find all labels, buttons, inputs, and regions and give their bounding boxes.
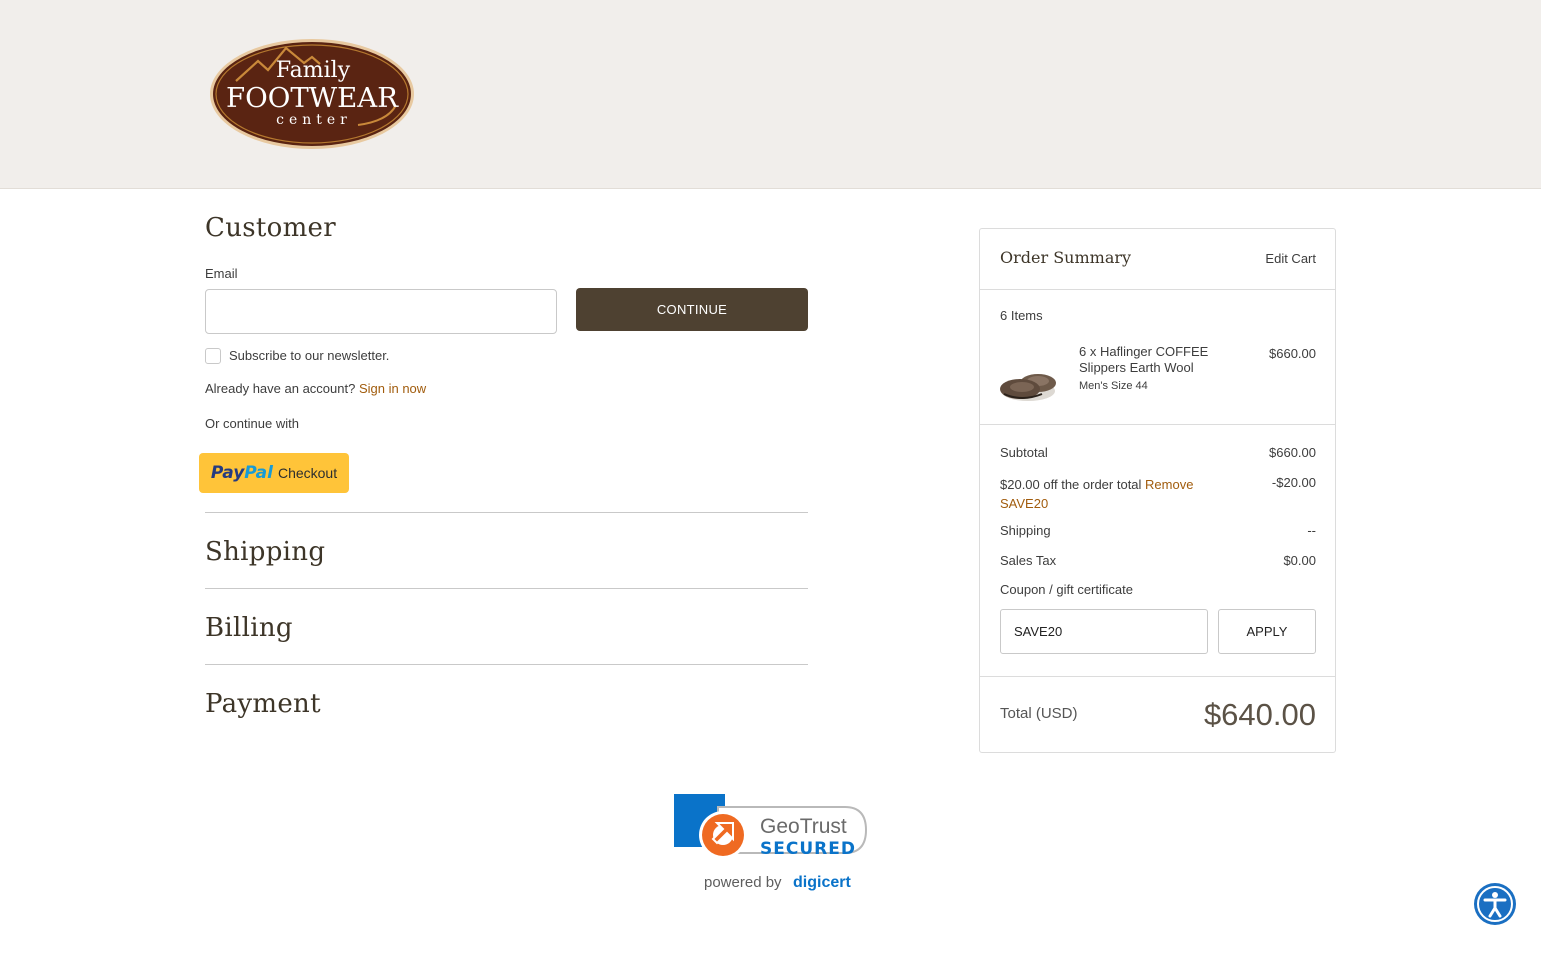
logo-line-3: center xyxy=(276,112,352,128)
account-prompt-text: Already have an account? xyxy=(205,381,356,396)
discount-line: $20.00 off the order total Remove SAVE20 xyxy=(1000,475,1200,513)
discount-code: SAVE20 xyxy=(1000,496,1049,511)
logo-line-1: Family xyxy=(276,58,351,83)
order-summary-title: Order Summary xyxy=(1000,248,1132,267)
shipping-step-title: Shipping xyxy=(205,537,326,567)
summary-divider xyxy=(980,424,1335,425)
product-thumbnail[interactable] xyxy=(998,367,1062,407)
apply-coupon-button[interactable]: APPLY xyxy=(1218,609,1316,654)
site-header: Family FOOTWEAR center xyxy=(0,0,1541,189)
remove-discount-link[interactable]: Remove xyxy=(1145,477,1193,492)
paypal-checkout-label: Checkout xyxy=(277,465,338,481)
geotrust-secured-badge[interactable]: GeoTrust SECURED powered by digicert xyxy=(673,793,869,893)
email-input[interactable] xyxy=(205,289,557,334)
discount-text: $20.00 off the order total xyxy=(1000,477,1142,492)
step-divider xyxy=(205,588,808,589)
shipping-value: -- xyxy=(1307,523,1316,538)
continue-button[interactable]: CONTINUE xyxy=(576,288,808,331)
shipping-label: Shipping xyxy=(1000,523,1051,538)
paypal-logo-pay: Pay xyxy=(210,463,245,483)
subtotal-label: Subtotal xyxy=(1000,445,1048,460)
logo-line-2: FOOTWEAR xyxy=(226,83,399,114)
geotrust-brand: GeoTrust xyxy=(760,815,847,838)
items-count: 6 Items xyxy=(1000,308,1043,323)
billing-step-title: Billing xyxy=(205,613,293,643)
sales-tax-value: $0.00 xyxy=(1283,553,1316,568)
subtotal-value: $660.00 xyxy=(1269,445,1316,460)
accessibility-icon[interactable] xyxy=(1474,883,1516,925)
email-label: Email xyxy=(205,266,238,281)
account-prompt: Already have an account? Sign in now xyxy=(205,381,426,396)
powered-by-text: powered by xyxy=(704,874,782,891)
step-divider xyxy=(205,664,808,665)
paypal-checkout-button[interactable]: PayPal Checkout xyxy=(199,453,349,493)
item-option: Men's Size 44 xyxy=(1079,380,1148,392)
coupon-toggle-link[interactable]: Coupon / gift certificate xyxy=(1000,582,1133,597)
sales-tax-label: Sales Tax xyxy=(1000,553,1057,568)
coupon-code-input[interactable] xyxy=(1000,609,1208,654)
digicert-brand: digicert xyxy=(793,874,851,891)
total-amount: $640.00 xyxy=(1203,697,1316,732)
geotrust-status: SECURED xyxy=(760,839,856,859)
sign-in-link[interactable]: Sign in now xyxy=(359,381,426,396)
order-summary-panel: Order Summary Edit Cart 6 Items 6 x Hafl… xyxy=(979,228,1336,753)
newsletter-label[interactable]: Subscribe to our newsletter. xyxy=(229,348,389,363)
edit-cart-link[interactable]: Edit Cart xyxy=(1265,251,1316,266)
store-logo[interactable]: Family FOOTWEAR center xyxy=(208,37,416,151)
step-divider xyxy=(205,512,808,513)
item-price: $660.00 xyxy=(1269,346,1316,361)
paypal-logo-pal: Pal xyxy=(244,463,273,483)
summary-divider xyxy=(980,676,1335,677)
total-label: Total (USD) xyxy=(1000,705,1078,722)
item-name: 6 x Haflinger COFFEE Slippers Earth Wool xyxy=(1079,344,1209,375)
summary-divider xyxy=(980,289,1335,290)
discount-value: -$20.00 xyxy=(1271,475,1316,490)
or-continue-label: Or continue with xyxy=(205,416,299,431)
paypal-logo: PayPal xyxy=(211,463,273,483)
newsletter-checkbox[interactable] xyxy=(205,348,221,364)
payment-step-title: Payment xyxy=(205,689,321,719)
customer-step-title: Customer xyxy=(205,213,336,243)
